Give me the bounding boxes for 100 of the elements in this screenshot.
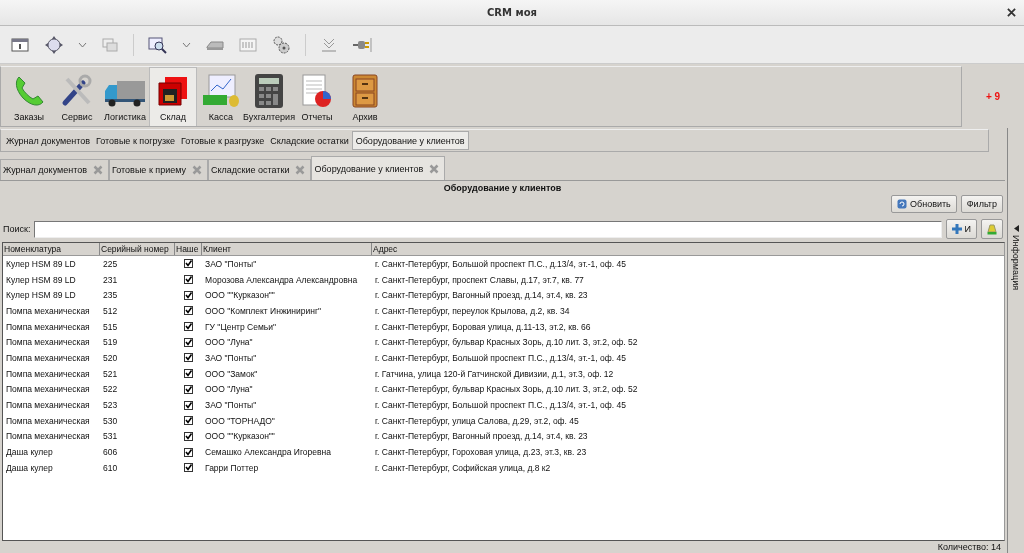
checkbox[interactable] (184, 275, 193, 285)
column-header[interactable]: Номенклатура (3, 243, 100, 255)
eraser-icon (987, 223, 997, 235)
table-cell-text: 531 (102, 431, 119, 442)
table-cell-text: ЗАО "Понты" (204, 352, 258, 363)
table-cell-text: ООО "ТОРНАДО" (204, 415, 276, 426)
table-cell-text: г. Санкт-Петербург, Боровая улица, д.11-13, эт.2, кв. 66 (374, 321, 592, 332)
subtab[interactable]: Готовые к разгрузке (178, 131, 268, 150)
table-cell-text: г. Санкт-Петербург, Большой проспект П.С., д.13/4, эт.-1, оф. 45 (374, 352, 627, 363)
module-tab[interactable]: Архив (341, 67, 389, 126)
refresh-icon (897, 199, 907, 209)
window-title: CRM моя (487, 7, 537, 18)
checkbox[interactable] (184, 431, 193, 441)
caret-icon[interactable] (78, 41, 87, 48)
table-cell-text: г. Санкт-Петербург, переулок Крылова, д.2, кв. 34 (374, 305, 571, 316)
add-button[interactable]: И (945, 219, 977, 239)
table-cell-text: 225 (102, 258, 119, 269)
checkbox[interactable] (184, 463, 193, 473)
checkbox[interactable] (184, 384, 193, 394)
table-cell-text: Помпа механическая (5, 305, 91, 316)
money-icon (201, 73, 241, 109)
table-cell-text: 610 (102, 462, 119, 473)
table-cell-text: Помпа механическая (5, 337, 91, 348)
clear-button[interactable] (981, 219, 1003, 239)
column-header[interactable]: Клиент (202, 243, 372, 255)
search-icon[interactable] (148, 35, 168, 54)
module-tab[interactable]: Сервис (53, 67, 101, 126)
caret-icon[interactable] (182, 41, 191, 48)
table-cell-text: Даша кулер (5, 447, 54, 458)
module-tab[interactable]: Заказы (5, 67, 53, 126)
table-cell-text: ООО "Комплект Инжиниринг" (204, 305, 323, 316)
table-cell-text: г. Гатчина, улица 120-й Гатчинской Дивизии, д.1, эт.3, оф. 12 (374, 368, 615, 379)
gears-icon[interactable] (271, 34, 291, 55)
refresh-button[interactable]: Обновить (891, 195, 957, 213)
document-tab[interactable]: Журнал документов (0, 159, 109, 180)
table-cell-text: Даша кулер (5, 462, 54, 473)
document-tab[interactable]: Оборудование у клиентов (311, 156, 446, 180)
module-tab[interactable]: Бухгалтерия (245, 67, 293, 126)
table-cell-text: г. Санкт-Петербург, Большой проспект П.С., д.13/4, эт.-1, оф. 45 (374, 400, 627, 411)
checkbox[interactable] (184, 290, 193, 300)
table-cell-text: г. Санкт-Петербург, Вагонный проезд, д.14, эт.4, кв. 23 (374, 431, 589, 442)
table-cell-text: Помпа механическая (5, 415, 91, 426)
table-cell-text: г. Санкт-Петербург, Вагонный проезд, д.14, эт.4, кв. 23 (374, 290, 589, 301)
table-cell-text: Помпа механическая (5, 384, 91, 395)
panel-title: Оборудование у клиентов (442, 182, 563, 195)
subtab[interactable]: Оборудование у клиентов (351, 131, 469, 150)
column-header[interactable]: Адрес (372, 243, 1004, 255)
checkbox[interactable] (184, 337, 193, 347)
table-cell-text: 523 (102, 400, 119, 411)
table-cell-text: г. Санкт-Петербург, проспект Славы, д.17, эт.7, кв. 77 (374, 274, 585, 285)
checkbox[interactable] (184, 400, 193, 410)
table-cell-text: ООО "Луна" (204, 384, 254, 395)
plus-icon (951, 224, 962, 234)
subtab[interactable]: Готовые к погрузке (93, 131, 179, 150)
subtab[interactable]: Складские остатки (267, 131, 352, 150)
report-chart-icon (300, 73, 334, 109)
filter-button[interactable]: Фильтр (960, 195, 1003, 213)
table-cell-text: ООО ""Курказон"" (204, 290, 276, 301)
table-cell-text: ООО "Луна" (204, 337, 254, 348)
subtab[interactable]: Журнал документов (3, 131, 93, 150)
table-cell-text: Помпа механическая (5, 368, 91, 379)
table-cell-text: ООО ""Курказон"" (204, 431, 276, 442)
table-cell-text: ГУ "Центр Семьи" (204, 321, 277, 332)
checkbox[interactable] (184, 416, 193, 426)
checkbox[interactable] (184, 322, 193, 332)
checkbox[interactable] (184, 259, 193, 269)
search-field[interactable] (34, 220, 942, 238)
table-cell-text: 521 (102, 368, 119, 379)
table-cell-text: Кулер HSM 89 LD (5, 290, 77, 301)
checkbox[interactable] (184, 353, 193, 363)
table-cell-text: Помпа механическая (5, 431, 91, 442)
module-tab[interactable]: Логистика (101, 67, 149, 126)
checkbox[interactable] (184, 306, 193, 316)
table-cell-text: г. Санкт-Петербург, Гороховая улица, д.23, эт.3, кв. 23 (374, 447, 588, 458)
table-cell-text: Морозова Александра Александровна (204, 274, 359, 285)
status-count: Количество: 14 (937, 542, 1001, 552)
calculator-icon (252, 73, 286, 109)
plug-icon[interactable] (352, 36, 372, 53)
document-tab[interactable]: Готовые к приему (109, 159, 208, 180)
checkbox[interactable] (184, 369, 193, 379)
document-tab[interactable]: Складские остатки (208, 159, 312, 180)
column-header[interactable]: Серийный номер (100, 243, 175, 255)
table-cell-text: г. Санкт-Петербург, бульвар Красных Зорь, д.10 лит. З, эт.2, оф. 52 (374, 337, 639, 348)
table-cell-text: г. Санкт-Петербург, бульвар Красных Зорь, д.10 лит. З, эт.2, оф. 52 (374, 384, 639, 395)
close-icon[interactable] (1007, 8, 1016, 17)
move-icon[interactable] (44, 34, 64, 55)
table-cell-text: Помпа механическая (5, 400, 91, 411)
table-cell-text: ООО "Замок" (204, 368, 259, 379)
table-cell-text: Помпа механическая (5, 352, 91, 363)
column-header[interactable]: Наше (175, 243, 202, 255)
module-tab[interactable]: Склад (149, 67, 197, 126)
table-cell-text: 606 (102, 447, 119, 458)
table-cell-text: 522 (102, 384, 119, 395)
checkbox[interactable] (184, 447, 193, 457)
window-icon[interactable] (10, 36, 30, 53)
table-cell-text: 520 (102, 352, 119, 363)
table-cell-text: 512 (102, 305, 119, 316)
table-cell-text: г. Санкт-Петербург, улица Салова, д.29, эт.2, оф. 45 (374, 415, 580, 426)
collapse-arrow-icon (1013, 225, 1019, 232)
table-cell-text: ЗАО "Понты" (204, 400, 258, 411)
